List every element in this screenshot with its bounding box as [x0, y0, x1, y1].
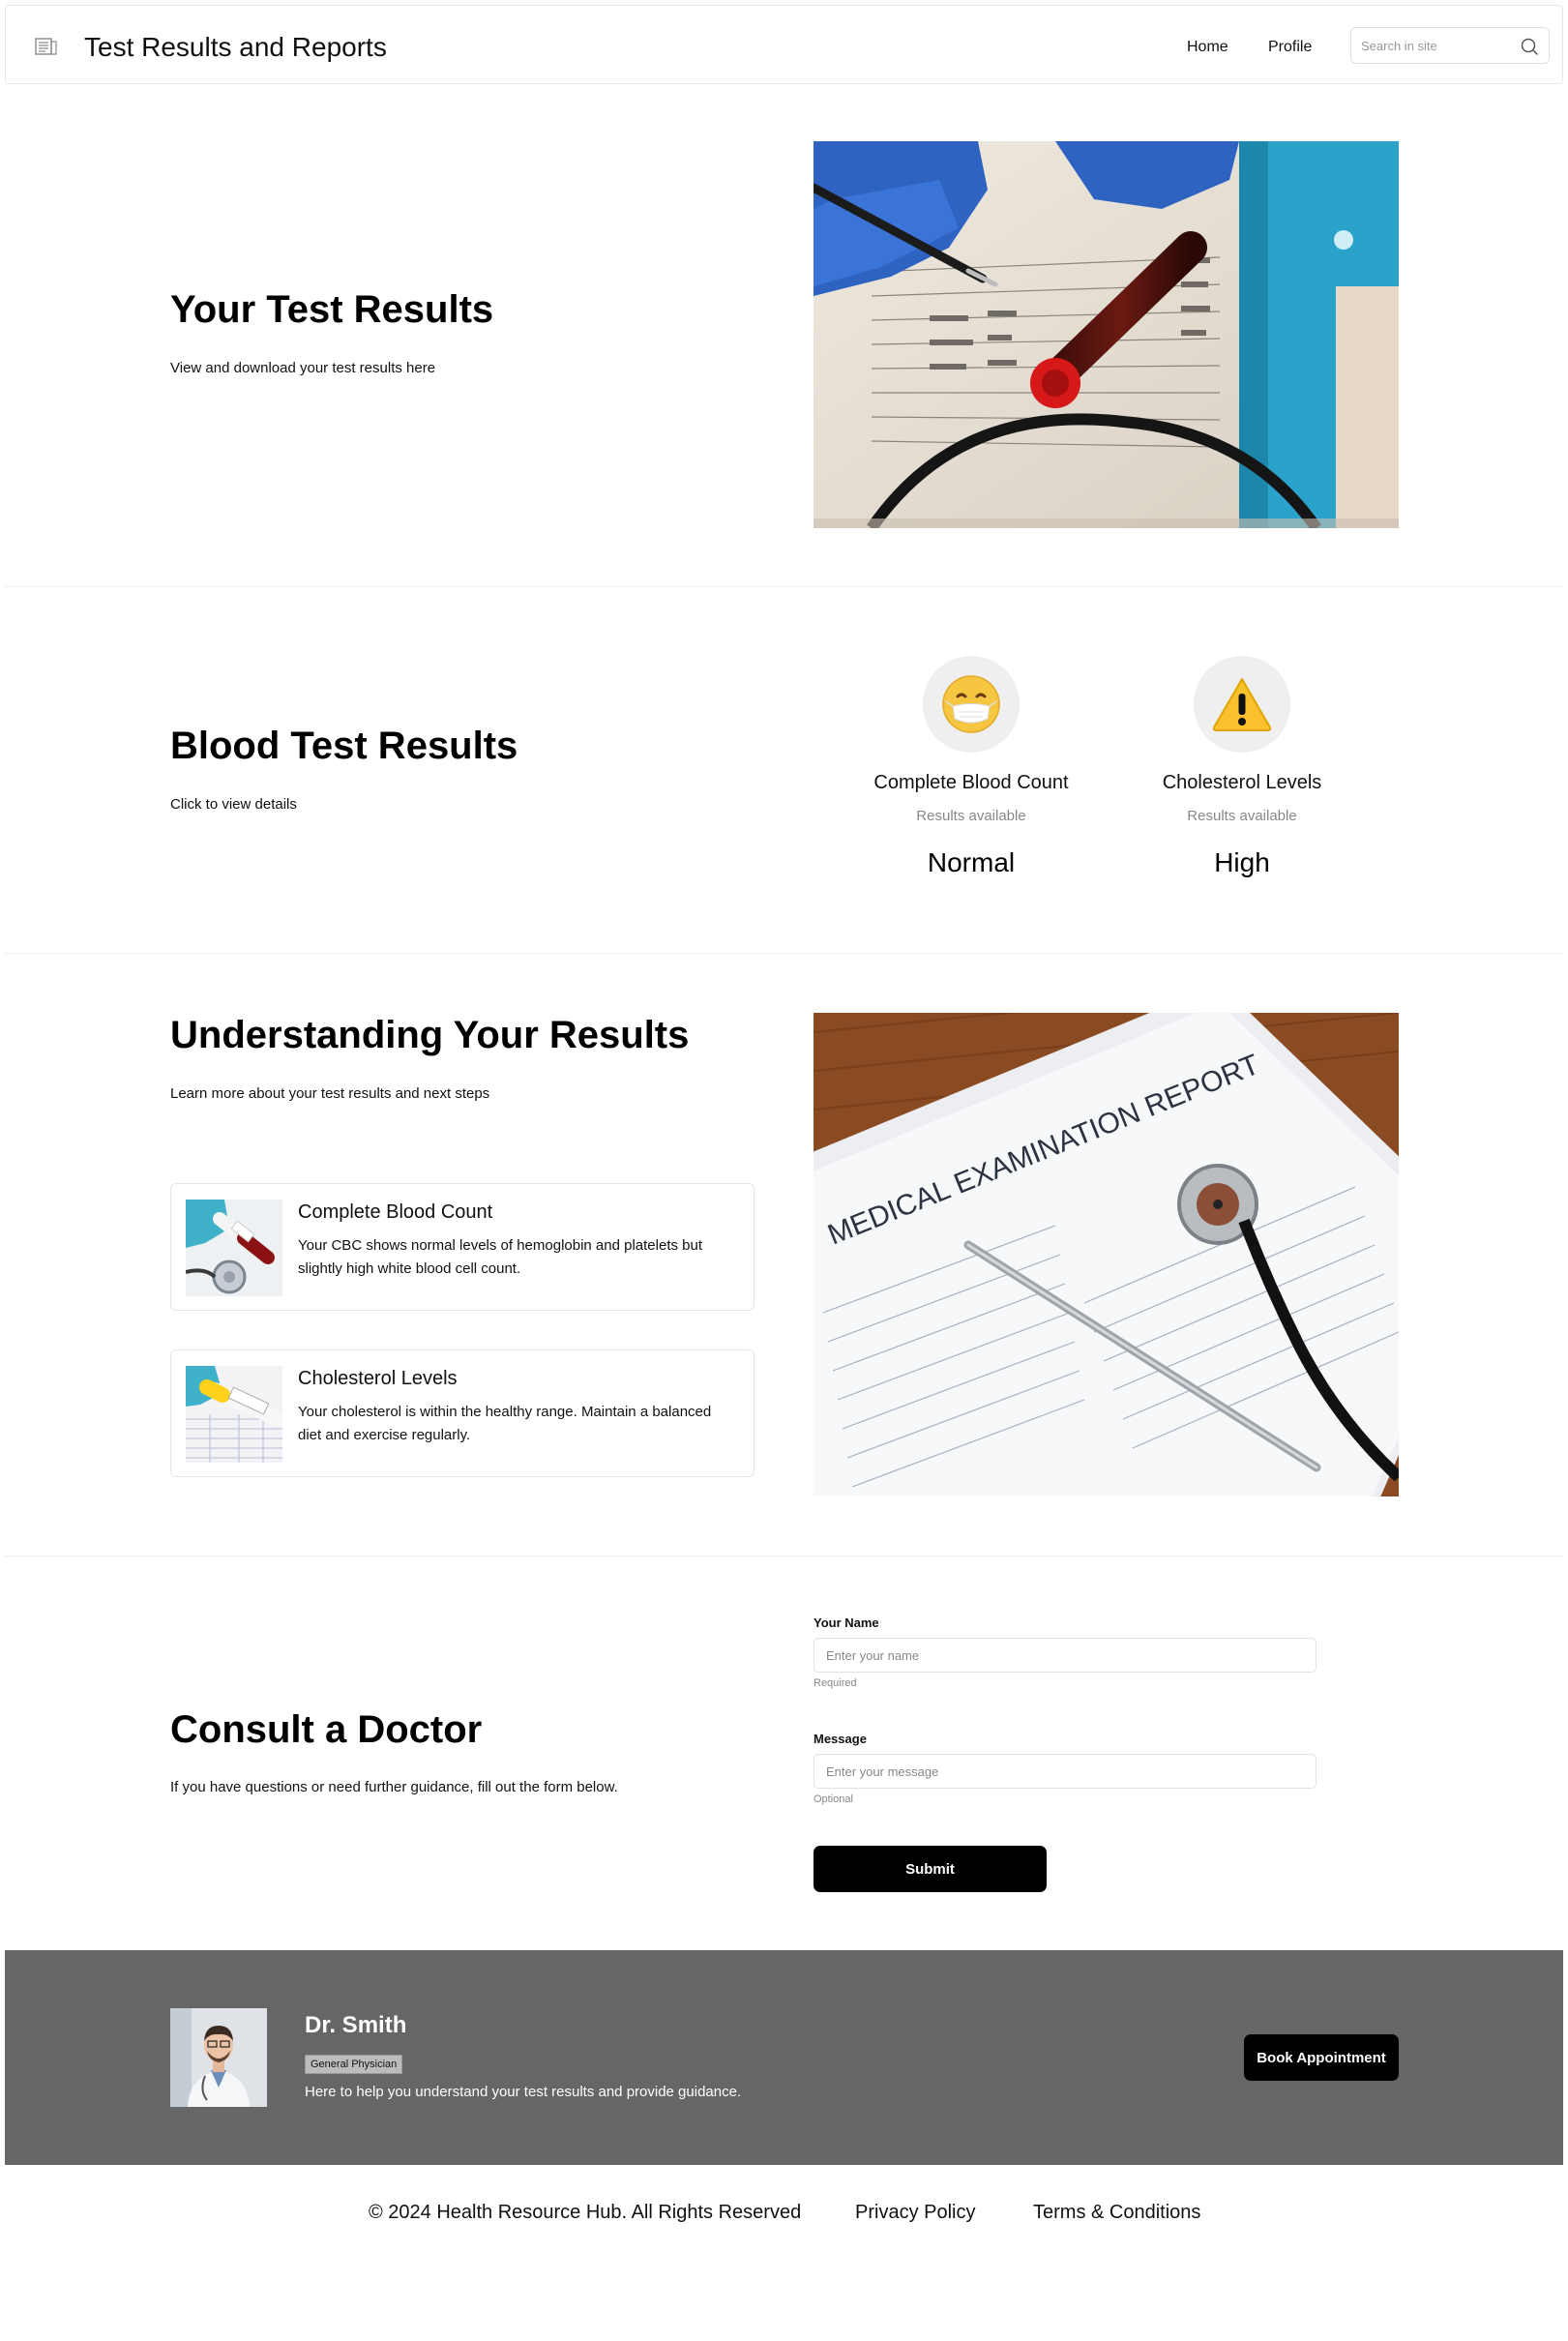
understanding-title: Understanding Your Results: [170, 1014, 690, 1056]
lab-results-photo: [814, 141, 1399, 528]
face-with-mask-icon: [923, 656, 1020, 753]
message-input[interactable]: [814, 1754, 1317, 1789]
doctor-description: Here to help you understand your test re…: [305, 2084, 742, 2100]
message-hint: Optional: [814, 1793, 853, 1805]
consult-subtitle: If you have questions or need further gu…: [170, 1779, 618, 1795]
info-card-text: Your CBC shows normal levels of hemoglob…: [298, 1237, 703, 1277]
hero-title: Your Test Results: [170, 288, 494, 331]
doctor-avatar: [170, 2008, 267, 2107]
section-divider: [5, 953, 1563, 954]
doctor-name: Dr. Smith: [305, 2012, 407, 2038]
site-title: Test Results and Reports: [84, 32, 387, 62]
info-card-title: Complete Blood Count: [298, 1201, 493, 1223]
result-card-cholesterol[interactable]: Cholesterol Levels Results available Hig…: [1126, 656, 1358, 878]
result-title: Cholesterol Levels: [1162, 772, 1322, 793]
name-hint: Required: [814, 1677, 857, 1689]
hero-subtitle: View and download your test results here: [170, 360, 436, 376]
privacy-policy-link[interactable]: Privacy Policy: [855, 2202, 975, 2224]
nav-profile-link[interactable]: Profile: [1268, 39, 1312, 56]
medical-report-photo: MEDICAL EXAMINATION REPORT: [814, 1013, 1399, 1496]
info-card-cholesterol[interactable]: Cholesterol Levels Your cholesterol is w…: [170, 1349, 754, 1477]
consult-title: Consult a Doctor: [170, 1708, 483, 1751]
search-input[interactable]: [1351, 28, 1506, 63]
submit-button[interactable]: Submit: [814, 1846, 1047, 1892]
blood-results-subtitle: Click to view details: [170, 796, 297, 813]
doctor-role-badge: General Physician: [305, 2055, 403, 2074]
search-icon[interactable]: [1520, 37, 1539, 56]
cholesterol-tube-thumbnail: [186, 1366, 282, 1463]
report-icon: [35, 38, 57, 55]
blood-tube-thumbnail: [186, 1200, 282, 1296]
doctor-banner: Dr. Smith General Physician Here to help…: [5, 1950, 1563, 2165]
message-label: Message: [814, 1732, 867, 1746]
info-card-title: Cholesterol Levels: [298, 1368, 458, 1389]
result-status: Results available: [1187, 808, 1297, 824]
section-divider: [5, 586, 1563, 587]
result-card-cbc[interactable]: Complete Blood Count Results available N…: [855, 656, 1087, 878]
book-appointment-button[interactable]: Book Appointment: [1244, 2034, 1399, 2081]
search-box: [1350, 27, 1550, 64]
name-input[interactable]: [814, 1638, 1317, 1673]
result-title: Complete Blood Count: [873, 772, 1069, 793]
footer-copyright: © 2024 Health Resource Hub. All Rights R…: [369, 2202, 802, 2223]
info-card-text: Your cholesterol is within the healthy r…: [298, 1404, 712, 1443]
result-status: Results available: [916, 808, 1026, 824]
site-header: Test Results and Reports Home Profile: [5, 5, 1563, 84]
result-value: High: [1214, 847, 1270, 877]
info-card-cbc[interactable]: Complete Blood Count Your CBC shows norm…: [170, 1183, 754, 1311]
nav-home-link[interactable]: Home: [1187, 39, 1228, 56]
result-value: Normal: [927, 847, 1016, 877]
terms-conditions-link[interactable]: Terms & Conditions: [1033, 2202, 1200, 2224]
blood-results-title: Blood Test Results: [170, 725, 518, 767]
warning-icon: [1194, 656, 1290, 753]
name-label: Your Name: [814, 1615, 879, 1630]
understanding-subtitle: Learn more about your test results and n…: [170, 1085, 490, 1102]
